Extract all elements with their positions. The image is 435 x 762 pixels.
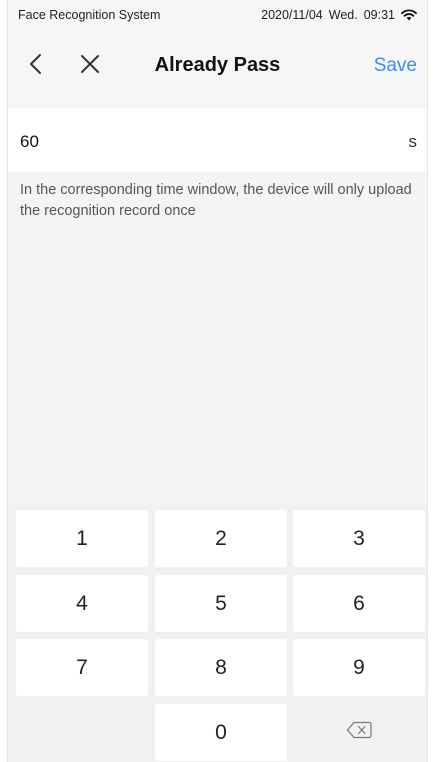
status-app-name: Face Recognition System [18, 8, 161, 22]
chevron-left-icon[interactable] [24, 52, 48, 76]
duration-value: 60 [20, 132, 39, 151]
backspace-key[interactable] [293, 704, 425, 761]
hint-text: In the corresponding time window, the de… [20, 182, 412, 219]
backspace-icon [346, 721, 372, 745]
status-right: 2020/11/04 Wed. 09:31 [261, 8, 417, 22]
duration-input[interactable]: 60 s [8, 108, 427, 172]
save-button[interactable]: Save [374, 55, 417, 77]
key-5[interactable]: 5 [155, 575, 287, 632]
status-weekday: Wed. [328, 8, 358, 22]
unit-label: s [408, 132, 418, 151]
page-title: Already Pass [154, 54, 281, 76]
numeric-keypad: 1 2 3 4 5 6 7 8 9 0 [8, 505, 427, 762]
key-blank [16, 704, 148, 761]
key-4[interactable]: 4 [16, 575, 148, 632]
key-2[interactable]: 2 [155, 510, 287, 567]
key-3[interactable]: 3 [293, 510, 425, 567]
key-8[interactable]: 8 [155, 639, 287, 696]
wifi-icon [401, 9, 417, 21]
key-1[interactable]: 1 [16, 510, 148, 567]
status-time: 09:31 [363, 8, 395, 22]
nav-bar: Already Pass Save [8, 28, 427, 106]
status-date: 2020/11/04 [261, 8, 323, 22]
key-7[interactable]: 7 [16, 639, 148, 696]
app-frame: Face Recognition System 2020/11/04 Wed. … [8, 0, 427, 762]
key-0[interactable]: 0 [155, 704, 287, 761]
key-6[interactable]: 6 [293, 575, 425, 632]
key-9[interactable]: 9 [293, 639, 425, 696]
close-icon[interactable] [78, 52, 102, 76]
status-bar: Face Recognition System 2020/11/04 Wed. … [8, 0, 427, 28]
